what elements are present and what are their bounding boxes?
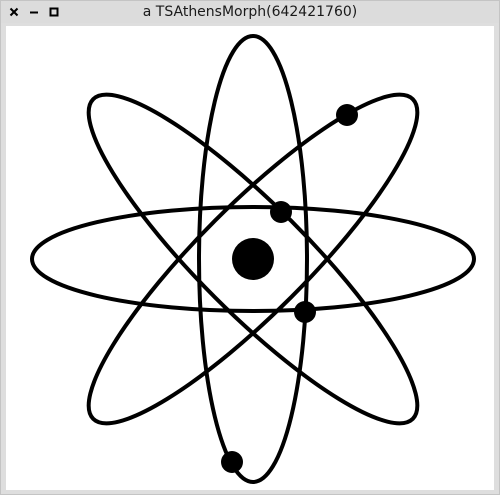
atom-drawing xyxy=(30,34,476,484)
electron-center-upper xyxy=(270,201,292,223)
athens-morph-window: a TSAthensMorph(642421760) xyxy=(0,0,500,495)
electron-center-lower xyxy=(294,301,316,323)
window-title: a TSAthensMorph(642421760) xyxy=(142,4,358,20)
nucleus xyxy=(232,238,274,280)
electron-bottom xyxy=(221,451,243,473)
electron-upper-right xyxy=(336,104,358,126)
window-titlebar[interactable]: a TSAthensMorph(642421760) xyxy=(1,1,499,23)
athens-canvas[interactable] xyxy=(6,26,494,490)
